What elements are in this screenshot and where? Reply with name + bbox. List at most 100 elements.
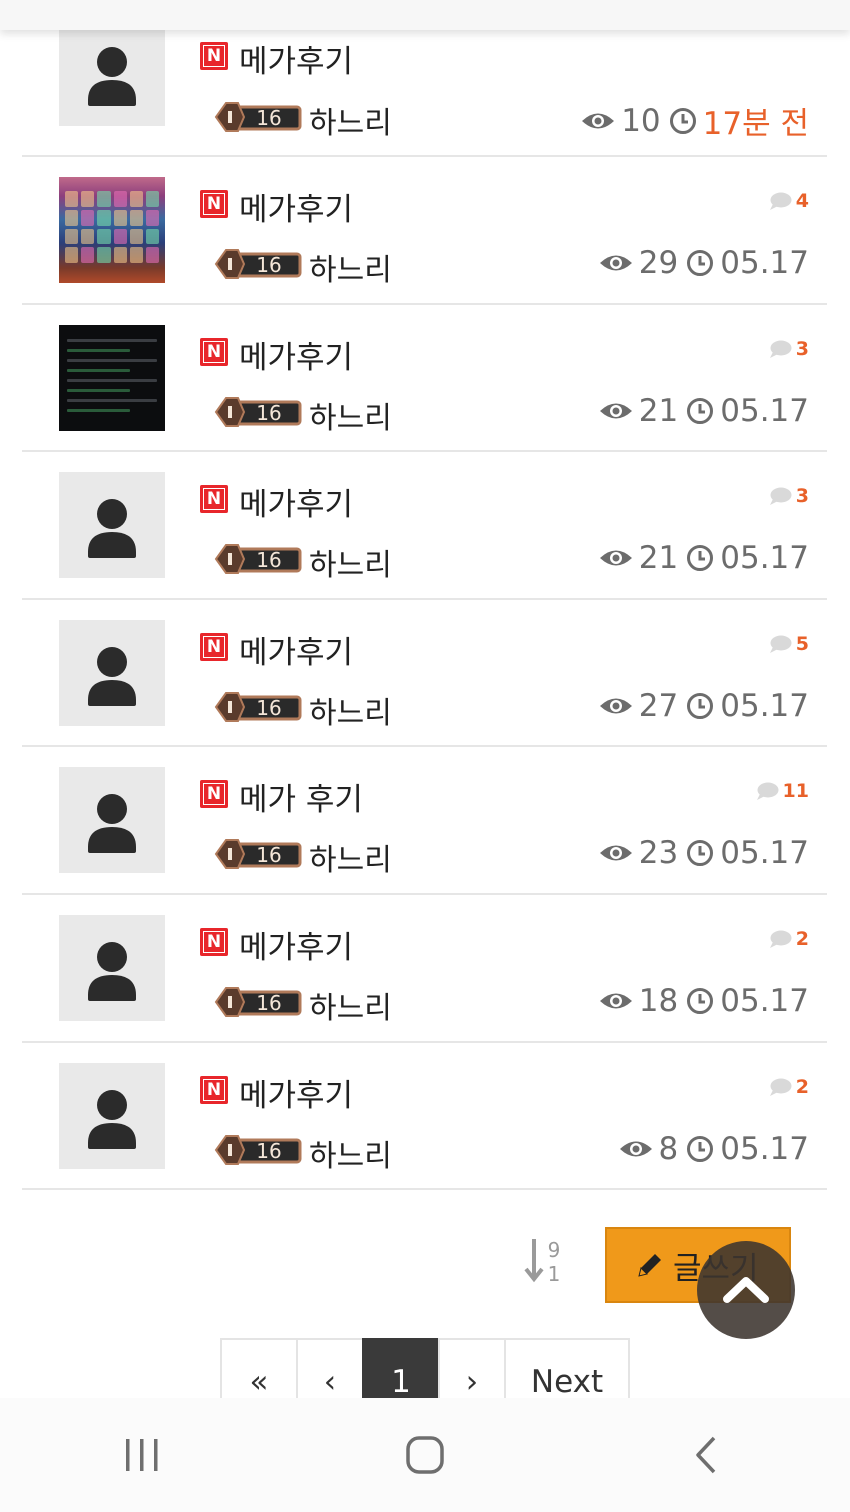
post-author[interactable]: 하느리 xyxy=(309,983,392,1027)
level-badge-icon: 16 xyxy=(214,1134,302,1165)
next-block-button[interactable]: Next xyxy=(504,1338,630,1398)
post-author[interactable]: 하느리 xyxy=(309,98,392,142)
eye-icon xyxy=(582,113,615,128)
new-badge: N xyxy=(200,190,228,218)
comment-count: 11 xyxy=(756,780,809,802)
comment-icon xyxy=(756,782,779,801)
level-badge-icon: 16 xyxy=(214,544,302,575)
recent-apps-button[interactable] xyxy=(82,1415,202,1495)
post-title[interactable]: 메가후기 xyxy=(239,184,353,229)
scroll-top-button[interactable] xyxy=(697,1241,795,1339)
clock-icon xyxy=(687,397,714,424)
post-title[interactable]: 메가후기 xyxy=(239,627,353,672)
view-count: 27 xyxy=(638,687,679,724)
comment-icon xyxy=(769,192,792,210)
post-author[interactable]: 하느리 xyxy=(309,540,392,584)
eye-icon xyxy=(599,845,632,861)
view-count: 29 xyxy=(638,245,679,281)
comment-icon xyxy=(769,1078,792,1096)
post-stats: 21 05.17 xyxy=(599,540,809,576)
person-icon xyxy=(88,794,136,854)
post-stats: 23 05.17 xyxy=(599,835,809,871)
avatar xyxy=(59,1062,165,1169)
svg-text:16: 16 xyxy=(256,548,281,572)
post-title[interactable]: 메가 후기 xyxy=(239,774,363,819)
clock-icon xyxy=(687,545,714,572)
eye-icon xyxy=(599,255,632,271)
post-row[interactable]: N 메가후기 2 16 하느리 18 05.17 xyxy=(22,895,827,1043)
person-icon xyxy=(88,499,136,559)
post-row[interactable]: N 메가후기 16 하느리 10 17분 전 xyxy=(22,10,827,157)
post-thumbnail xyxy=(59,324,165,431)
post-author[interactable]: 하느리 xyxy=(309,245,392,289)
svg-text:16: 16 xyxy=(256,253,281,277)
post-row[interactable]: N 메가후기 5 16 하느리 27 05.17 xyxy=(22,600,827,748)
avatar xyxy=(59,472,165,579)
post-time: 17분 전 xyxy=(702,106,809,142)
view-count: 8 xyxy=(658,1130,679,1167)
eye-icon xyxy=(599,550,632,566)
post-time: 05.17 xyxy=(720,1130,809,1167)
eye-icon xyxy=(599,698,632,714)
view-count: 10 xyxy=(621,102,661,139)
post-title[interactable]: 메가후기 xyxy=(239,479,353,524)
svg-text:16: 16 xyxy=(256,991,281,1015)
post-row[interactable]: N 메가후기 2 16 하느리 8 05.17 xyxy=(22,1043,827,1191)
comment-icon xyxy=(769,635,792,653)
back-button[interactable] xyxy=(648,1415,768,1495)
level-badge-icon: 16 xyxy=(214,249,302,279)
header-shadow xyxy=(0,0,850,30)
post-author[interactable]: 하느리 xyxy=(309,393,392,437)
new-badge: N xyxy=(200,780,228,809)
post-stats: 27 05.17 xyxy=(599,688,809,724)
comment-count: 2 xyxy=(769,928,809,950)
first-page-button[interactable]: « xyxy=(220,1338,296,1398)
post-title[interactable]: 메가후기 xyxy=(239,332,353,377)
current-page[interactable]: 1 xyxy=(362,1338,438,1398)
post-row[interactable]: N 메가 후기 11 16 하느리 23 05.17 xyxy=(22,747,827,895)
post-row[interactable]: N 메가후기 3 16 하느리 21 05.17 xyxy=(22,305,827,453)
post-title[interactable]: 메가후기 xyxy=(239,36,353,81)
next-page-button[interactable]: › xyxy=(438,1338,504,1398)
avatar xyxy=(59,767,165,874)
level-badge-icon: 16 xyxy=(214,102,302,132)
post-author[interactable]: 하느리 xyxy=(309,835,392,879)
post-author[interactable]: 하느리 xyxy=(309,1131,392,1175)
post-time: 05.17 xyxy=(720,982,809,1019)
clock-icon xyxy=(687,987,714,1014)
post-time: 05.17 xyxy=(720,835,809,872)
home-button[interactable] xyxy=(365,1415,485,1495)
new-badge: N xyxy=(200,632,228,661)
person-icon xyxy=(88,1089,136,1149)
svg-text:16: 16 xyxy=(256,106,281,130)
comment-icon xyxy=(769,487,792,506)
post-row[interactable]: N 메가후기 3 16 하느리 21 05.17 xyxy=(22,452,827,600)
avatar xyxy=(59,914,165,1021)
post-time: 05.17 xyxy=(720,392,809,429)
person-icon xyxy=(88,941,136,1001)
post-title[interactable]: 메가후기 xyxy=(239,1070,353,1115)
system-nav-bar xyxy=(0,1398,850,1512)
post-stats: 10 17분 전 xyxy=(581,98,809,143)
svg-text:9: 9 xyxy=(548,1238,561,1262)
post-stats: 29 05.17 xyxy=(599,245,809,281)
post-thumbnail xyxy=(59,177,165,283)
post-author[interactable]: 하느리 xyxy=(309,688,392,732)
svg-text:16: 16 xyxy=(256,401,281,425)
sort-order-icon[interactable]: 9 1 xyxy=(522,1235,566,1285)
home-icon xyxy=(406,1436,444,1474)
post-stats: 18 05.17 xyxy=(599,983,809,1019)
clock-icon xyxy=(669,107,696,134)
clock-icon xyxy=(687,250,714,276)
prev-page-button[interactable]: ‹ xyxy=(296,1338,362,1398)
comment-count: 3 xyxy=(769,485,809,507)
post-row[interactable]: N 메가후기 4 16 하느리 29 05.17 xyxy=(22,157,827,305)
recent-apps-icon xyxy=(125,1439,158,1471)
post-title[interactable]: 메가후기 xyxy=(239,922,353,967)
post-time: 05.17 xyxy=(720,540,809,577)
comment-icon xyxy=(769,930,792,948)
level-badge-icon: 16 xyxy=(214,986,302,1017)
pencil-icon xyxy=(638,1254,661,1277)
pagination: « ‹ 1 › Next xyxy=(220,1338,630,1398)
comment-count: 2 xyxy=(769,1076,809,1098)
